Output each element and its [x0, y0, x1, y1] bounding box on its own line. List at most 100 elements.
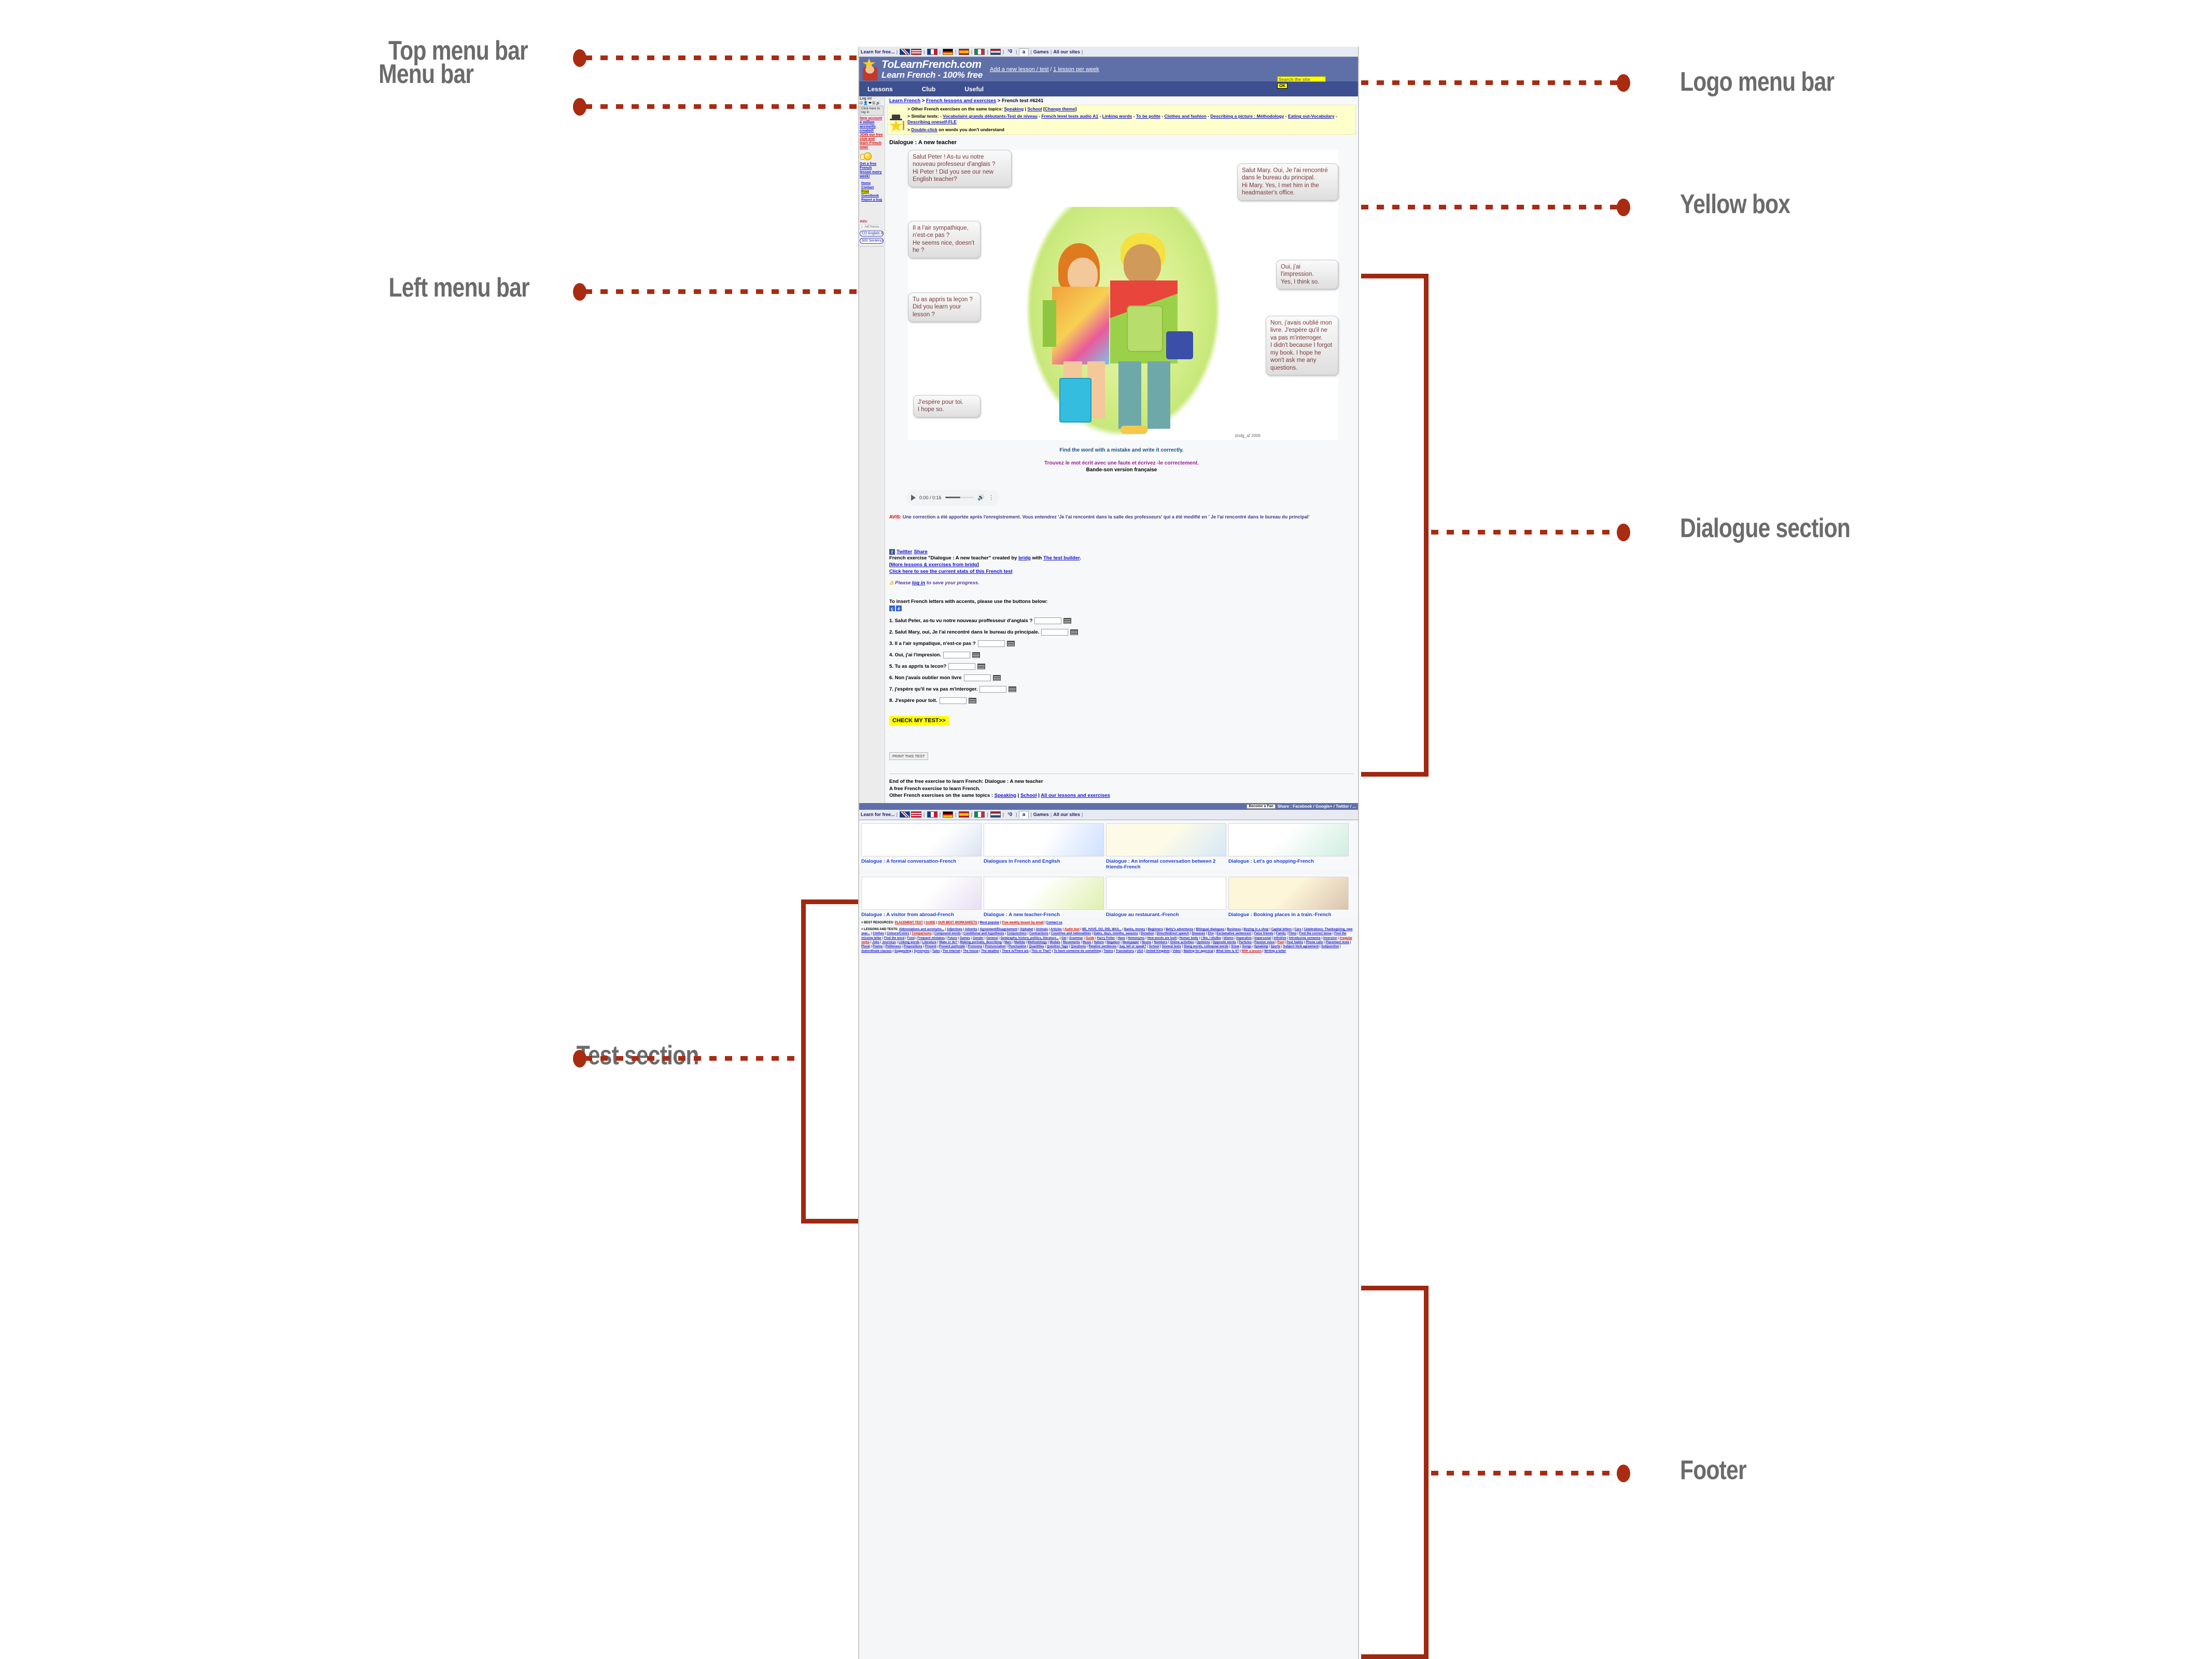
test-builder-link[interactable]: The test builder [1043, 555, 1080, 561]
related-item[interactable]: Dialogue : Let's go shopping-French [1228, 823, 1349, 870]
footer-link[interactable]: Writing a letter [1264, 950, 1286, 953]
breadcrumb-learn-french[interactable]: Learn French [889, 98, 920, 104]
footer-link[interactable]: How words are built [1147, 937, 1177, 940]
footer-uk-flag-icon[interactable] [900, 811, 911, 818]
topic-link-school[interactable]: School [1027, 106, 1042, 111]
footer-link[interactable]: Suggesting [894, 950, 912, 953]
footer-link[interactable]: Pronunciation [985, 945, 1005, 948]
answer-input-1[interactable] [1034, 617, 1062, 625]
footer-link[interactable]: Question Tags [1047, 945, 1068, 948]
breadcrumb-lessons[interactable]: French lessons and exercises [926, 98, 996, 104]
add-new-lesson-link[interactable]: Add a new lesson / test [990, 66, 1049, 73]
search-ok-button[interactable]: OK [1277, 82, 1287, 89]
footer-link[interactable]: I like, I dislike [1201, 937, 1221, 940]
footer-link[interactable]: Several tests [1162, 945, 1181, 948]
sidebar-item-contact[interactable]: Contact [861, 186, 884, 190]
similar-test-link-3[interactable]: Linking words [1102, 114, 1132, 119]
footer-link[interactable]: Food [907, 937, 915, 940]
france-flag-icon[interactable] [927, 48, 937, 55]
lessons-and-tests-links[interactable]: Abbreviations and acronyms... | Adjectiv… [861, 928, 1352, 952]
footer-top-menu-bar[interactable]: Learn for free... | | | | | | | ¹0 | a |… [859, 809, 1358, 820]
footer-link[interactable]: The house [963, 950, 978, 953]
footer-link[interactable]: Articles [1051, 928, 1062, 931]
keyboard-icon-7[interactable] [1009, 686, 1017, 693]
footer-link[interactable]: Buying in a shop [1243, 928, 1268, 931]
footer-link[interactable]: Countries and nationalities [1051, 932, 1091, 935]
footer-link[interactable]: Free weekly lesson by email [1002, 921, 1043, 924]
play-icon[interactable] [911, 494, 916, 501]
footer-games-link[interactable]: Games [1033, 812, 1049, 817]
footer-spain-flag-icon[interactable] [958, 811, 969, 818]
footer-link[interactable]: Agreement/Disagreement [980, 928, 1018, 931]
footer-link[interactable]: Compound words [934, 932, 961, 935]
footer-link[interactable]: Adverbs [965, 928, 977, 931]
footer-link[interactable]: Find the word [884, 937, 904, 940]
footer-link[interactable]: The weather [981, 950, 999, 953]
footer-link[interactable]: Get [1061, 937, 1067, 940]
similar-test-link-5[interactable]: Clothes and fashion [1164, 114, 1206, 119]
footer-link[interactable]: Modals [1049, 941, 1060, 944]
footer-link[interactable]: Online activities [1170, 941, 1194, 944]
spain-flag-icon[interactable] [958, 48, 969, 55]
all-our-sites-link[interactable]: All our sites [1053, 49, 1080, 54]
accent-button-e-acute[interactable]: é [896, 606, 902, 612]
footer-link[interactable]: Films [1289, 932, 1297, 935]
list-icon[interactable]: ☰ [872, 101, 875, 105]
footer-link[interactable]: Subjunctive [1321, 945, 1339, 948]
footer-link[interactable]: Tales [932, 950, 940, 953]
keyboard-icon-4[interactable] [972, 652, 981, 658]
footer-link[interactable]: Most popular [980, 921, 1000, 924]
footer-link[interactable]: Comparisons [912, 932, 931, 935]
footer-link[interactable]: Placement tests [1326, 941, 1350, 944]
us-flag-icon[interactable] [911, 48, 922, 55]
nav-item-useful[interactable]: Useful [957, 86, 991, 93]
footer-link[interactable]: Songs [1242, 945, 1251, 948]
footer-link[interactable]: Methodology [1028, 941, 1047, 944]
accounts-created-link[interactable]: 4 million accounts created! [860, 121, 884, 133]
related-item[interactable]: Dialogue : A new teacher-French [984, 876, 1104, 918]
footer-netherlands-flag-icon[interactable] [990, 811, 1001, 818]
footer-link[interactable]: BE, HAVE, DO, DID, WAS... [1082, 928, 1122, 931]
footer-link[interactable]: Colours/Colors [887, 932, 909, 935]
audio-progress-slider[interactable] [945, 497, 974, 499]
learn-for-free-link[interactable]: Learn for free... [861, 49, 895, 54]
footer-link[interactable]: Conditional and hypothesis [963, 932, 1004, 935]
footer-link[interactable]: Past habits [1286, 941, 1303, 944]
thumbnail-caption[interactable]: Dialogue : A formal conversation-French [861, 859, 982, 864]
footer-link[interactable]: Poems [873, 945, 883, 948]
footer-link[interactable]: Bilingual dialogues [1196, 928, 1224, 931]
footer-link[interactable]: Imperative [1236, 937, 1252, 940]
tab-a-selected[interactable]: a [1018, 48, 1029, 55]
footer-link[interactable]: Have [1117, 937, 1125, 940]
footer-link[interactable]: Frequent mistakes [917, 937, 945, 940]
footer-link[interactable]: Make or do? [939, 941, 957, 944]
footer-link[interactable]: Journeys [882, 941, 896, 944]
footer-link[interactable]: Subordinate clauses [861, 950, 892, 953]
end-topic-school[interactable]: School [1020, 793, 1037, 798]
footer-link[interactable]: Movements [1063, 941, 1080, 944]
footer-link[interactable]: USA [1137, 950, 1143, 953]
similar-test-link-2[interactable]: French level tests audio A1 [1041, 114, 1098, 119]
footer-link[interactable]: Passive voice [1254, 941, 1275, 944]
footer-link[interactable]: Translations [1116, 950, 1134, 953]
footer-link[interactable]: Music [1083, 941, 1091, 944]
footer-link[interactable]: Future [947, 937, 957, 940]
footer-link[interactable]: Cars [1294, 928, 1301, 931]
accent-button-c-cedilla[interactable]: ç [889, 606, 895, 612]
footer-link[interactable]: Geography, history, politics, literature… [1000, 937, 1058, 940]
sidebar-item-guestbook[interactable]: Guestbook [861, 194, 884, 198]
keyboard-icon-6[interactable] [992, 675, 1001, 681]
footer-link[interactable]: Dates, days, months, seasons [1094, 932, 1138, 935]
footer-link[interactable]: Adjectives [947, 928, 962, 931]
speaker-icon[interactable]: 🔊 [876, 101, 880, 105]
answer-input-5[interactable] [948, 663, 976, 670]
footer-link[interactable]: Quantities [1029, 945, 1044, 948]
footer-link[interactable]: Abbreviations and acronyms... [899, 928, 944, 931]
search-input[interactable] [1277, 76, 1326, 82]
footer-link[interactable]: There is/There are [1002, 950, 1029, 953]
thumbnail-caption[interactable]: Dialogues in French and English [984, 859, 1104, 864]
similar-test-link-6[interactable]: Describing a picture : Méthodology [1210, 114, 1284, 119]
answer-input-6[interactable] [963, 674, 991, 682]
footer-link[interactable]: Alphabet [1020, 928, 1033, 931]
twitter-link[interactable]: Twitter [897, 549, 912, 555]
